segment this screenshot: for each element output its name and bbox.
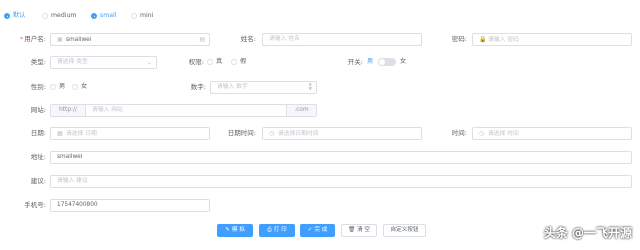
switch-label: 开关: bbox=[347, 58, 363, 66]
type-label: 类型: bbox=[30, 58, 46, 66]
url-prefix: http:// bbox=[50, 104, 86, 117]
number-label: 数字: bbox=[190, 83, 206, 91]
time-label: 时间: bbox=[451, 129, 467, 137]
size-radio-default[interactable]: 默认 bbox=[4, 11, 25, 21]
address-label: 地址: bbox=[30, 153, 46, 161]
gender-radio-male[interactable]: 男 bbox=[50, 82, 65, 92]
radio-dot bbox=[231, 59, 237, 65]
name-input[interactable]: 请输入 姓名 bbox=[262, 33, 422, 46]
suggestion-label: 建议: bbox=[30, 177, 46, 185]
radio-label: mini bbox=[140, 12, 154, 19]
user-icon: ▣ bbox=[57, 36, 63, 43]
watermark: 头条 @一飞开源 bbox=[543, 226, 632, 240]
name-label: 姓名: bbox=[240, 35, 256, 43]
radio-label: medium bbox=[51, 12, 77, 19]
url-suffix: .com bbox=[286, 104, 317, 117]
radio-label: 假 bbox=[240, 58, 247, 65]
suggestion-input[interactable]: 请输入 建议 bbox=[50, 175, 632, 188]
switch-on-text: 男 bbox=[367, 58, 374, 65]
size-radio-mini[interactable]: mini bbox=[131, 11, 153, 21]
password-label: 密码: bbox=[451, 35, 467, 43]
card-icon: ▤ bbox=[199, 36, 205, 43]
simulate-button[interactable]: ✎ 模 拟 bbox=[217, 224, 253, 237]
radio-label: 男 bbox=[59, 83, 66, 90]
clear-button[interactable]: 🗑 清 空 bbox=[341, 224, 377, 237]
permission-label: 权限: bbox=[188, 58, 204, 66]
stepper-arrows-icon: ▲ ▼ bbox=[308, 82, 312, 92]
username-label: *用户名: bbox=[20, 35, 46, 43]
lock-icon: 🔒 bbox=[479, 36, 487, 43]
radio-label: 默认 bbox=[13, 12, 26, 19]
number-input[interactable]: 请输入 数字 ▲ ▼ bbox=[210, 81, 317, 94]
permission-radio-true[interactable]: 真 bbox=[207, 57, 222, 67]
radio-label: 女 bbox=[81, 83, 88, 90]
password-input[interactable]: 🔒 请输入 密码 bbox=[472, 33, 632, 46]
date-picker[interactable]: ▦ 请选择 日期 bbox=[50, 127, 210, 140]
phone-label: 手机号: bbox=[24, 201, 46, 209]
check-icon: ✓ bbox=[307, 227, 313, 233]
calendar-icon: ▦ bbox=[57, 130, 63, 137]
size-radio-medium[interactable]: medium bbox=[42, 11, 76, 21]
print-button[interactable]: ⎙ 打 印 bbox=[259, 224, 295, 237]
switch-off-text: 女 bbox=[400, 58, 407, 65]
gender-label: 性别: bbox=[30, 83, 46, 91]
edit-icon: ✎ bbox=[225, 227, 230, 233]
website-label: 网站: bbox=[30, 106, 46, 114]
gender-radio-female[interactable]: 女 bbox=[72, 82, 87, 92]
clock-icon: ◷ bbox=[479, 130, 485, 137]
custom-button[interactable]: 自定义按钮 bbox=[383, 224, 426, 237]
date-label: 日期: bbox=[30, 129, 46, 137]
radio-dot bbox=[131, 13, 137, 19]
radio-label: 真 bbox=[216, 58, 223, 65]
username-input[interactable]: ▣ smallwei ▤ bbox=[50, 33, 210, 46]
radio-dot bbox=[207, 59, 213, 65]
radio-dot bbox=[4, 13, 10, 19]
gender-switch[interactable] bbox=[378, 58, 396, 66]
radio-dot bbox=[50, 84, 56, 90]
trash-icon: 🗑 bbox=[347, 227, 356, 233]
size-radio-small[interactable]: small bbox=[91, 11, 116, 21]
type-select[interactable]: 请选择 类型 ⌄ bbox=[50, 56, 157, 69]
time-picker[interactable]: ◷ 请选择 时间 bbox=[472, 127, 632, 140]
permission-radio-false[interactable]: 假 bbox=[231, 57, 246, 67]
address-input[interactable]: smallwei bbox=[50, 151, 632, 164]
radio-label: small bbox=[100, 12, 117, 19]
datetime-label: 日期时间: bbox=[227, 129, 256, 137]
chevron-down-icon: ⌄ bbox=[146, 59, 152, 66]
website-input[interactable]: 请输入 网站 bbox=[85, 104, 287, 117]
phone-input[interactable]: 17547400800 bbox=[50, 199, 210, 212]
clock-icon: ◷ bbox=[269, 130, 275, 137]
switch-knob bbox=[379, 59, 385, 65]
print-icon: ⎙ bbox=[267, 227, 272, 233]
datetime-picker[interactable]: ◷ 请选择日期时间 bbox=[262, 127, 422, 140]
radio-dot bbox=[72, 84, 78, 90]
radio-dot bbox=[91, 13, 97, 19]
finish-button[interactable]: ✓ 完 成 bbox=[300, 224, 335, 237]
radio-dot bbox=[42, 13, 48, 19]
